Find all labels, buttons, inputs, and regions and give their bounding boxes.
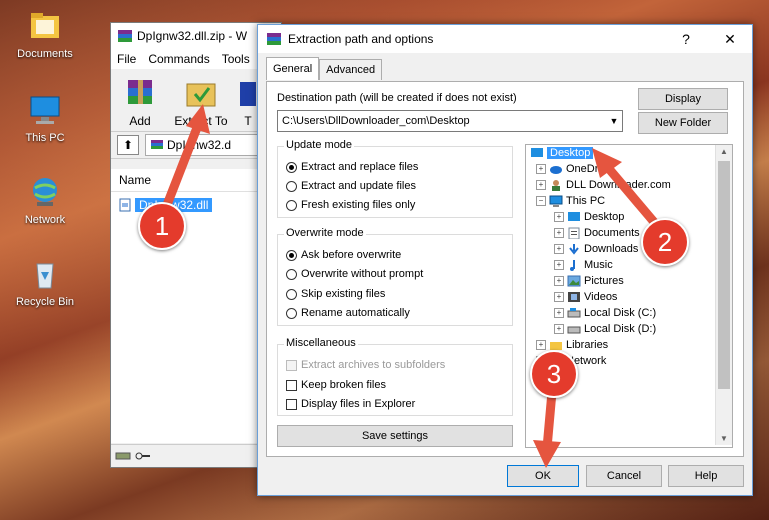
- arrow-3: [533, 387, 561, 468]
- step-callout-2: 2: [641, 218, 689, 266]
- step-callout-1: 1: [138, 202, 186, 250]
- arrow-1: [160, 104, 210, 215]
- step-callout-3: 3: [530, 350, 578, 398]
